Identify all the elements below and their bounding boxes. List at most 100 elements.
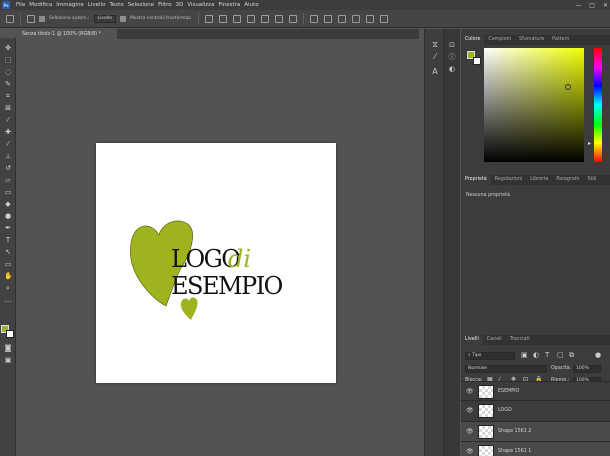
more-tools-icon[interactable]: … [4,296,12,304]
tab-paths[interactable]: Tracciati [506,335,534,345]
shape-tool-icon[interactable]: ▭ [4,260,12,268]
menu-select[interactable]: Selezione [128,2,154,8]
adjustments-icon[interactable]: ◐ [448,65,456,73]
history-brush-icon[interactable]: ↺ [4,164,12,172]
brush-tool-icon[interactable]: ⁄ [4,140,12,148]
3d-rotate-icon[interactable] [324,14,333,23]
crop-tool-icon[interactable]: ⌗ [4,92,12,100]
tab-swatches[interactable]: Campioni [484,35,515,45]
visibility-eye-icon[interactable]: 👁 [466,448,474,455]
menu-window[interactable]: Finestra [218,2,240,8]
zoom-tool-icon[interactable]: ⌕ [4,284,12,292]
maximize-button[interactable]: □ [589,2,595,9]
align-top-icon[interactable] [247,14,256,23]
info-icon[interactable]: ⓘ [448,53,456,61]
visibility-eye-icon[interactable]: 👁 [466,428,474,435]
path-selection-icon[interactable]: ↖ [4,248,12,256]
photoshop-logo-icon[interactable]: Ps [2,1,10,9]
menu-view[interactable]: Visualizza [187,2,214,8]
more-options-icon[interactable] [289,14,298,23]
document-tab[interactable]: Senza titolo-1 @ 100% (RGB/8) * [19,29,117,39]
align-bottom-icon[interactable] [275,14,284,23]
quick-selection-icon[interactable]: ✎ [4,80,12,88]
minimize-button[interactable]: — [575,2,581,9]
filter-smart-object-icon[interactable]: ⧉ [569,351,574,360]
blend-mode-dropdown[interactable]: Normale [465,365,547,373]
quick-mask-icon[interactable]: ◙ [4,344,12,352]
3d-drag-icon[interactable] [352,14,361,23]
character-panel-icon[interactable]: A [430,67,440,77]
brush-settings-icon[interactable]: ⁄ [430,52,440,62]
eyedropper-tool-icon[interactable]: ⁄ [4,116,12,124]
navigator-icon[interactable]: ⊡ [448,41,456,49]
pen-tool-icon[interactable]: ✒ [4,224,12,232]
layer-row[interactable]: 👁 Shape 1561 1 [461,441,610,456]
dodge-tool-icon[interactable]: ● [4,212,12,220]
menu-3d[interactable]: 3D [176,2,184,8]
hand-tool-icon[interactable]: ✋ [4,272,13,280]
saturation-value-field[interactable] [484,48,584,162]
gradient-tool-icon[interactable]: ▭ [4,188,12,196]
align-left-icon[interactable] [205,14,214,23]
visibility-eye-icon[interactable]: 👁 [466,407,474,414]
filter-pixel-icon[interactable]: ▣ [521,351,528,359]
tab-gradients[interactable]: Sfumature [515,35,548,45]
healing-brush-icon[interactable]: ✚ [4,128,12,136]
tab-styles[interactable]: Stili [583,175,600,185]
frame-tool-icon[interactable]: ⊠ [4,104,12,112]
layer-filter-dropdown[interactable]: ⌕ Tipo [465,352,515,360]
tab-paragraph[interactable]: Paragrafo [552,175,583,185]
menu-edit[interactable]: Modifica [29,2,52,8]
panel-background-swatch[interactable] [473,57,481,65]
type-tool-icon[interactable]: T [4,236,12,244]
screen-mode-icon[interactable]: ▣ [4,356,12,364]
layer-row[interactable]: 👁 ESEMPIO [461,381,610,399]
opacity-field[interactable]: 100% [573,365,601,373]
filter-adjustment-icon[interactable]: ◐ [533,351,539,359]
checkbox-transform[interactable] [119,15,126,22]
3d-scale-icon[interactable] [380,14,389,23]
history-panel-icon[interactable]: ⧖ [430,40,440,50]
tab-patterns[interactable]: Pattern [548,35,573,45]
marquee-tool-icon[interactable]: ⬚ [4,56,12,64]
layer-row[interactable]: 👁 LOGO [461,400,610,420]
layer-row[interactable]: 👁 Shape 1561 2 [461,421,610,441]
3d-mode-icon[interactable] [310,14,319,23]
tab-layers[interactable]: Livelli [461,335,483,345]
3d-roll-icon[interactable] [338,14,347,23]
menu-layer[interactable]: Livello [88,2,106,8]
filter-type-icon[interactable]: T [545,351,549,359]
background-color-swatch[interactable] [6,330,14,338]
tab-libraries[interactable]: Librerie [526,175,552,185]
autoselect-dropdown[interactable]: Livello [93,14,116,23]
document-canvas[interactable]: LOGO di ESEMPIO [96,143,336,383]
hue-slider[interactable] [594,48,602,162]
filter-toggle-icon[interactable]: ● [595,351,601,359]
menu-help[interactable]: Aiuto [244,2,258,8]
tab-color[interactable]: Colore [461,35,485,45]
close-button[interactable]: ✕ [603,2,608,9]
filter-shape-icon[interactable]: ▢ [557,351,564,359]
tab-adjustments[interactable]: Regolazioni [491,175,526,185]
checkbox-autoselect[interactable] [39,15,45,22]
visibility-eye-icon[interactable]: 👁 [466,388,474,395]
hue-slider-handle-icon[interactable]: ▸ [588,140,591,147]
eraser-tool-icon[interactable]: ▱ [4,176,12,184]
menu-type[interactable]: Testo [109,2,123,8]
blur-tool-icon[interactable]: ◆ [4,200,12,208]
menu-image[interactable]: Immagine [56,2,84,8]
tab-channels[interactable]: Canali [483,335,506,345]
align-middle-icon[interactable] [261,14,270,23]
clone-stamp-icon[interactable]: ⊥ [4,152,12,160]
tab-properties[interactable]: Proprietà [461,175,491,185]
align-center-icon[interactable] [219,14,228,23]
color-picker-marker[interactable] [565,84,571,90]
home-icon[interactable] [6,14,14,23]
align-right-icon[interactable] [233,14,242,23]
3d-slide-icon[interactable] [366,14,375,23]
lasso-tool-icon[interactable]: ◌ [4,68,12,76]
menu-file[interactable]: File [16,2,25,8]
move-tool-icon[interactable]: ✥ [4,44,12,52]
menu-filter[interactable]: Filtro [158,2,171,8]
move-tool-icon[interactable] [27,14,35,23]
